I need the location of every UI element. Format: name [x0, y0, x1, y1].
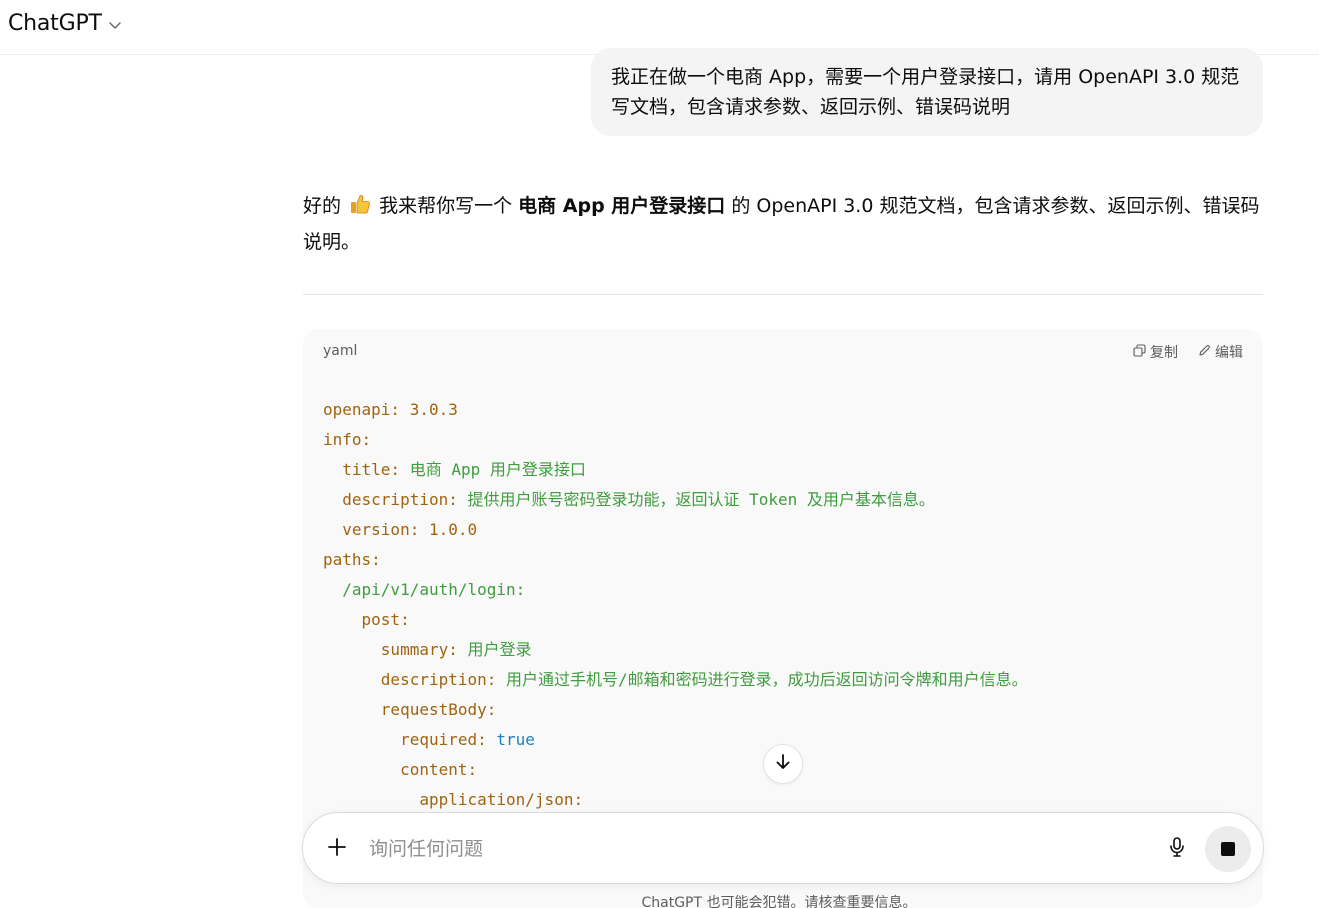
stop-generating-button[interactable] — [1205, 826, 1251, 872]
code-line: description: 用户通过手机号/邮箱和密码进行登录，成功后返回访问令牌… — [323, 665, 1028, 695]
edit-code-button[interactable]: 编辑 — [1198, 342, 1243, 362]
code-key: application/json: — [419, 790, 584, 809]
chevron-down-icon — [108, 18, 122, 32]
code-line: application/json: — [323, 785, 1028, 815]
pencil-icon — [1198, 344, 1211, 361]
assistant-text-before: 我来帮你写一个 — [373, 195, 519, 217]
code-value: 用户登录 — [457, 640, 532, 659]
user-message-text: 我正在做一个电商 App，需要一个用户登录接口，请用 OpenAPI 3.0 规… — [611, 66, 1240, 118]
code-key: version: — [342, 520, 420, 539]
thumbs-up-icon — [349, 191, 371, 214]
arrow-down-icon — [773, 752, 793, 776]
code-line: requestBody: — [323, 695, 1028, 725]
code-line: version: 1.0.0 — [323, 515, 1028, 545]
assistant-bold-text: 电商 App 用户登录接口 — [518, 195, 726, 217]
code-line: summary: 用户登录 — [323, 635, 1028, 665]
prompt-input[interactable] — [369, 831, 1129, 867]
code-line: content: — [323, 755, 1028, 785]
copy-code-button[interactable]: 复制 — [1133, 342, 1178, 362]
disclaimer: ChatGPT 也可能会犯错。请核查重要信息。 — [641, 895, 917, 908]
code-key: post: — [361, 610, 410, 629]
assistant-message: 好的 我来帮你写一个 电商 App 用户登录接口 的 OpenAPI 3.0 规… — [303, 188, 1263, 260]
code-key: description: — [380, 670, 497, 689]
code-value: 1.0.0 — [419, 520, 478, 539]
code-line: post: — [323, 605, 1028, 635]
code-key: requestBody: — [380, 700, 497, 719]
top-bar: ChatGPT — [0, 0, 1319, 55]
model-switcher[interactable]: ChatGPT — [8, 8, 122, 38]
composer — [302, 812, 1264, 884]
code-key: info: — [323, 430, 372, 449]
code-value: 用户通过手机号/邮箱和密码进行登录，成功后返回访问令牌和用户信息。 — [496, 670, 1028, 689]
microphone-icon — [1167, 836, 1187, 862]
code-key: paths: — [323, 550, 381, 569]
code-key: required: — [400, 730, 487, 749]
model-name: ChatGPT — [8, 10, 102, 36]
code-value: 电商 App 用户登录接口 — [400, 460, 586, 479]
code-value: 3.0.3 — [400, 400, 458, 419]
copy-label: 复制 — [1150, 345, 1178, 361]
code-line: title: 电商 App 用户登录接口 — [323, 455, 1028, 485]
code-content: openapi: 3.0.3 info: title: 电商 App 用户登录接口… — [323, 395, 1028, 815]
code-line: description: 提供用户账号密码登录功能，返回认证 Token 及用户… — [323, 485, 1028, 515]
code-actions: 复制 编辑 — [1133, 342, 1243, 362]
code-line: paths: — [323, 545, 1028, 575]
code-block-header: yaml 复制 编辑 — [303, 329, 1263, 375]
code-key: title: — [342, 460, 401, 479]
code-value: true — [486, 730, 535, 749]
code-key: summary: — [380, 640, 458, 659]
code-line: openapi: 3.0.3 — [323, 395, 1028, 425]
code-key: content: — [400, 760, 478, 779]
code-value: 提供用户账号密码登录功能，返回认证 Token 及用户基本信息。 — [457, 490, 935, 509]
code-line: info: — [323, 425, 1028, 455]
assistant-prefix: 好的 — [303, 195, 342, 217]
edit-label: 编辑 — [1215, 345, 1243, 361]
copy-icon — [1133, 343, 1146, 361]
attach-button[interactable] — [323, 835, 351, 863]
code-key: openapi: — [323, 400, 401, 419]
code-line: required: true — [323, 725, 1028, 755]
scroll-to-bottom-button[interactable] — [763, 744, 803, 784]
code-language-label: yaml — [323, 343, 358, 359]
plus-icon — [327, 837, 347, 861]
code-line: /api/v1/auth/login: — [323, 575, 1028, 605]
code-value: /api/v1/auth/login: — [342, 580, 526, 599]
dictate-button[interactable] — [1163, 835, 1191, 863]
code-key: description: — [342, 490, 458, 509]
user-message: 我正在做一个电商 App，需要一个用户登录接口，请用 OpenAPI 3.0 规… — [591, 48, 1263, 136]
stop-icon — [1221, 842, 1235, 856]
divider — [303, 294, 1263, 295]
